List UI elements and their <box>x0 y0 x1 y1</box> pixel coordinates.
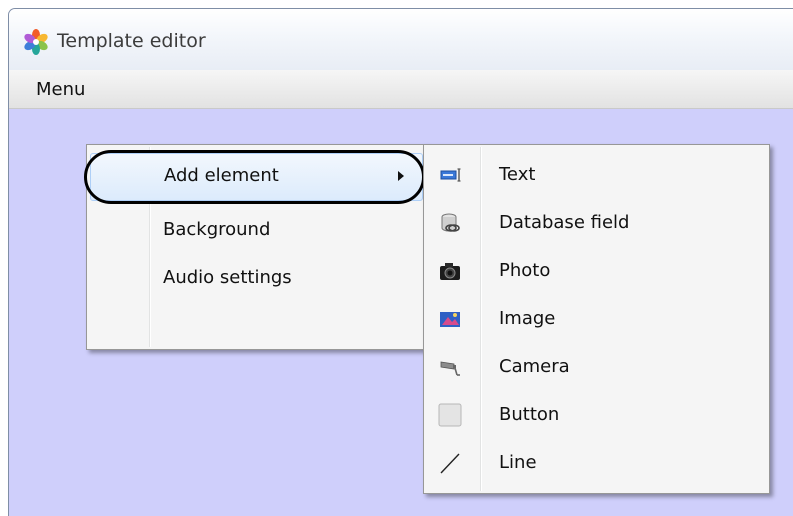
submenu-arrow-icon <box>398 171 404 181</box>
menu-item-background[interactable]: Background <box>87 207 426 253</box>
submenu-item-line[interactable]: Line <box>424 439 769 487</box>
submenu-item-label: Text <box>499 164 536 185</box>
menu-item-label: Audio settings <box>163 267 292 288</box>
window-title: Template editor <box>57 30 206 52</box>
submenu-item-image[interactable]: Image <box>424 295 769 343</box>
submenu-item-label: Button <box>499 404 560 425</box>
photo-camera-icon <box>440 263 460 280</box>
surveillance-camera-icon <box>440 361 460 376</box>
menu-item-label: Background <box>163 219 271 240</box>
button-icon <box>438 403 462 427</box>
submenu-item-photo[interactable]: Photo <box>424 247 769 295</box>
text-icon <box>440 168 461 182</box>
submenu-item-camera[interactable]: Camera <box>424 343 769 391</box>
submenu-item-database-field[interactable]: Database field <box>424 199 769 247</box>
image-icon <box>440 312 460 327</box>
database-field-icon <box>441 213 460 232</box>
add-element-submenu: Text Database field Photo Image Camera B… <box>423 144 770 494</box>
menu-item-audio-settings[interactable]: Audio settings <box>87 255 426 301</box>
submenu-item-label: Image <box>499 308 556 329</box>
submenu-item-label: Database field <box>499 212 630 233</box>
submenu-item-button[interactable]: Button <box>424 391 769 439</box>
submenu-item-label: Camera <box>499 356 570 377</box>
menu-item-add-element[interactable]: Add element <box>90 153 423 201</box>
context-menu: Add element Background Audio settings <box>86 144 427 350</box>
submenu-item-label: Line <box>499 452 537 473</box>
line-icon <box>440 453 460 474</box>
template-editor-logo-icon <box>24 29 48 55</box>
menubar-item-menu[interactable]: Menu <box>36 79 85 100</box>
menu-item-label: Add element <box>164 165 279 186</box>
menu-bar: Menu <box>9 70 793 109</box>
submenu-item-text[interactable]: Text <box>424 151 769 199</box>
submenu-item-label: Photo <box>499 260 551 281</box>
title-bar[interactable]: Template editor <box>9 9 793 70</box>
